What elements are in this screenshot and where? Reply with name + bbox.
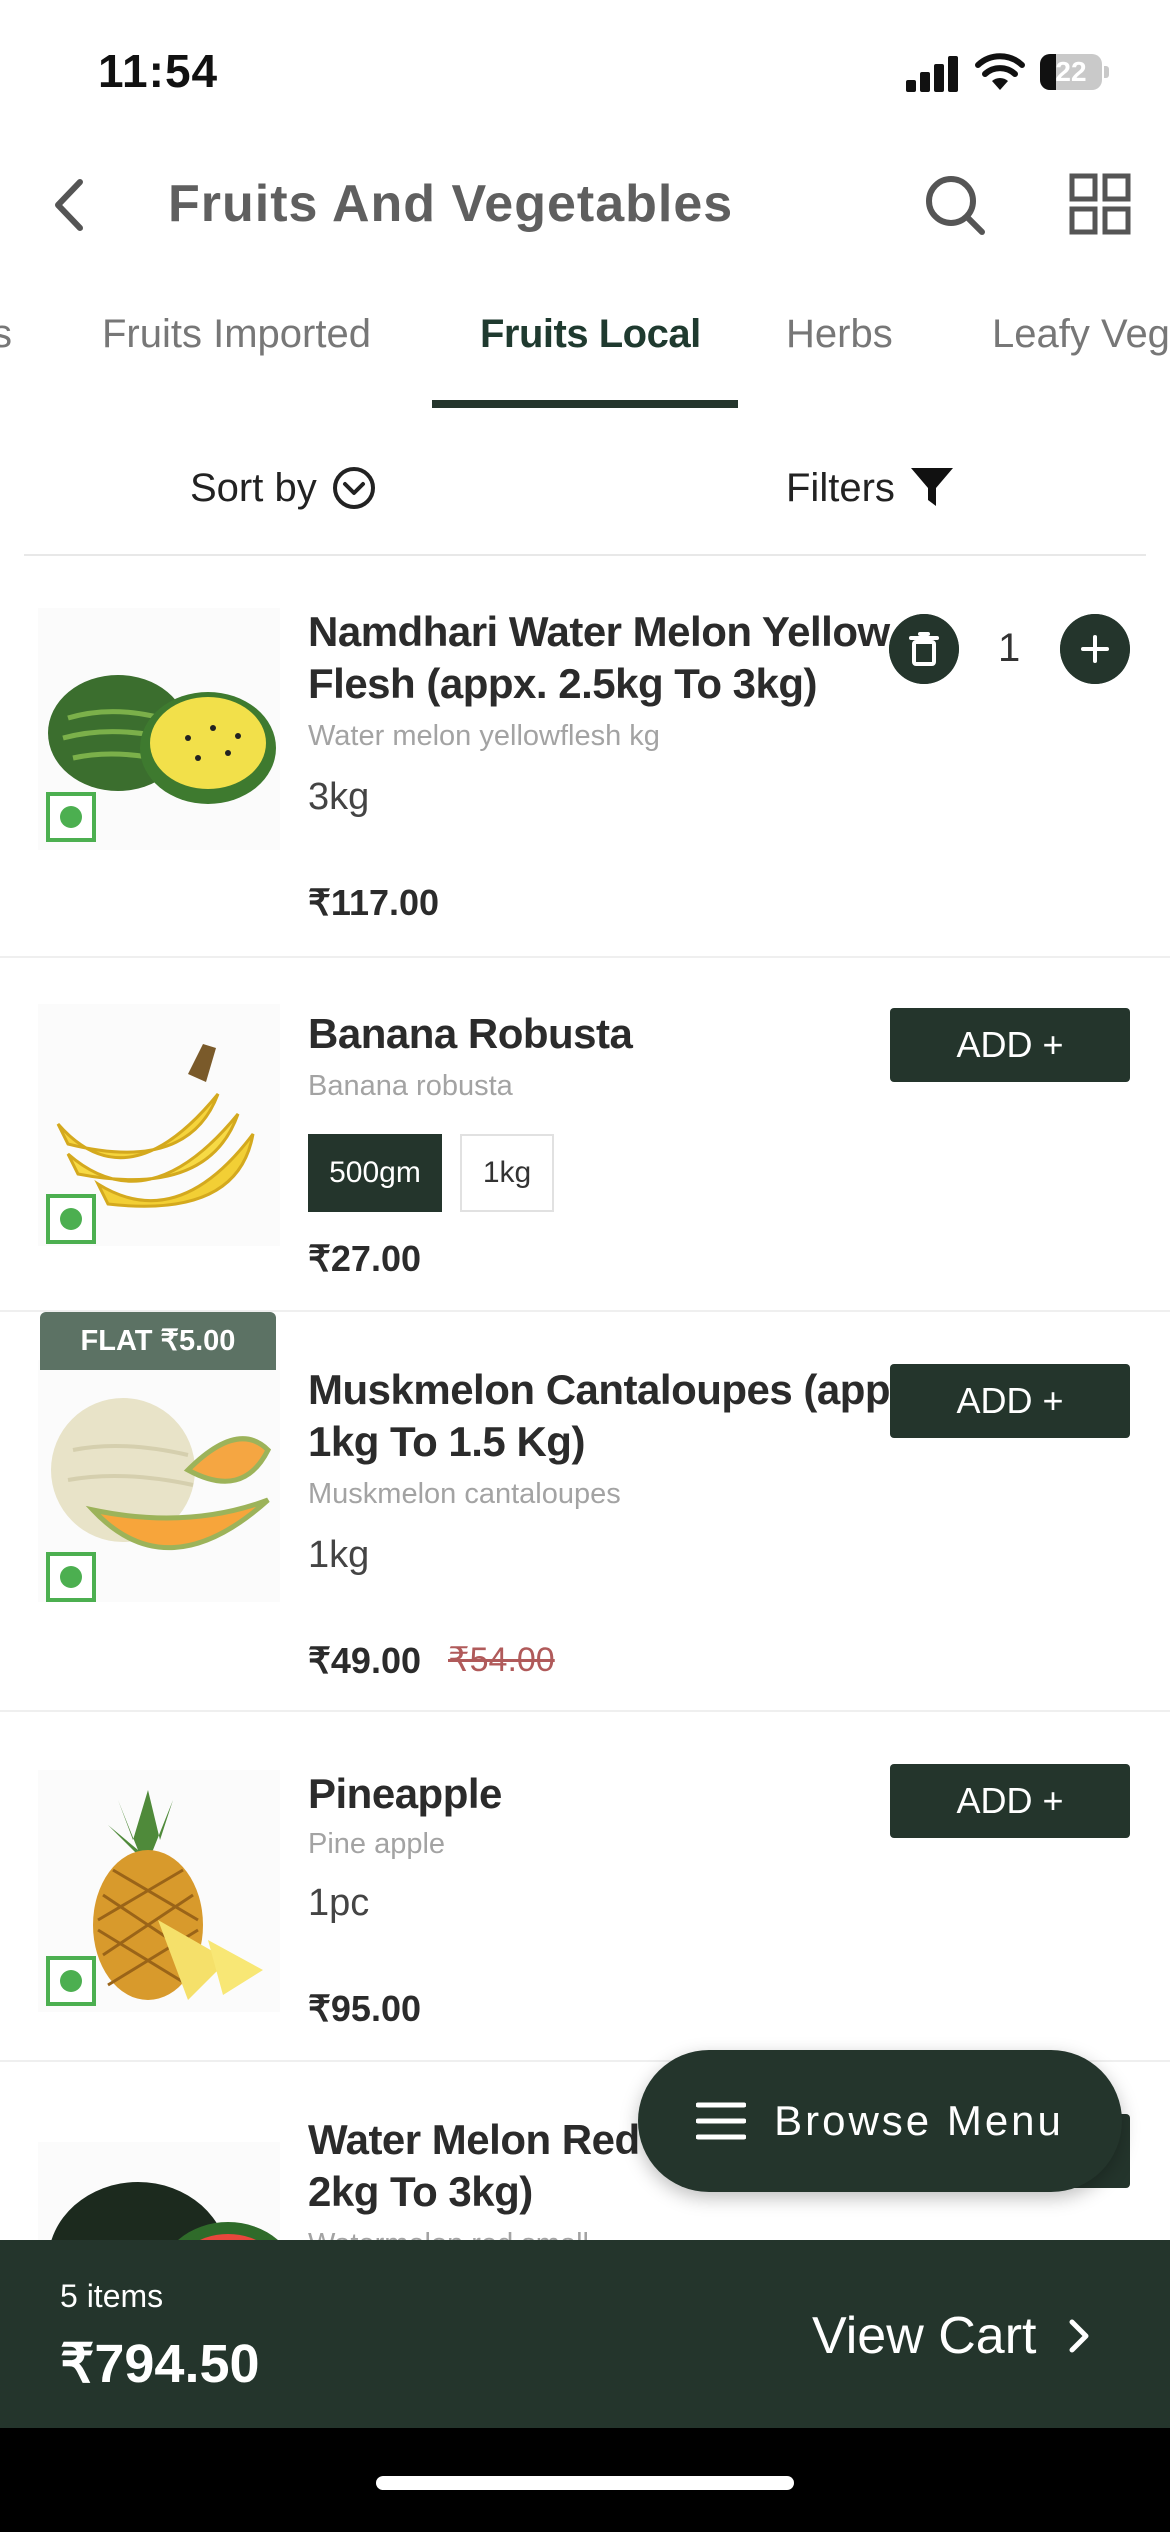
add-button[interactable]: ADD + [890,1764,1130,1838]
filters-label: Filters [786,465,895,510]
hamburger-icon [696,2102,747,2140]
chevron-right-icon [1069,2319,1089,2353]
tab-herbs[interactable]: Herbs [786,312,893,357]
variant-500gm[interactable]: 500gm [308,1134,442,1212]
product-name-line2: 1kg To 1.5 Kg) [308,1418,585,1465]
product-size: 1pc [308,1882,370,1924]
browse-menu-label: Browse Menu [774,2097,1064,2144]
filters-button[interactable]: Filters [786,458,955,518]
product-mrp-strikethrough: ₹54.00 [448,1641,555,1679]
sort-button[interactable]: Sort by [190,458,377,518]
cart-bar[interactable]: 5 items ₹794.50 View Cart [0,2240,1170,2428]
status-time: 11:54 [98,45,219,97]
product-name: Water Melon Red S [308,2116,679,2163]
wifi-icon [975,53,1025,90]
product-image-red-watermelon [38,2142,280,2240]
status-bar: 11:54 22 [0,0,1170,140]
plus-icon[interactable] [1060,614,1130,684]
sort-filter-bar: Sort by Filters [0,440,1170,550]
product-name-line2: Flesh (appx. 2.5kg To 3kg) [308,660,818,707]
home-indicator-area [0,2428,1170,2532]
product-subtitle: Muskmelon cantaloupes [308,1478,621,1510]
discount-badge: FLAT ₹5.00 [40,1312,276,1370]
product-name: Muskmelon Cantaloupes (appx. [308,1366,925,1413]
grid-icon[interactable] [1068,172,1132,236]
tab-previous-partial[interactable]: s [0,312,12,357]
quantity-value: 1 [998,626,1021,670]
add-button[interactable]: ADD + [890,1008,1130,1082]
product-card[interactable]: Pineapple Pine apple 1pc ₹95.00 ADD + [0,1712,1170,2062]
variant-1kg[interactable]: 1kg [460,1134,554,1212]
product-subtitle: Watermelon red small [308,2228,589,2240]
product-price: ₹49.00 [308,1640,421,1681]
product-price: ₹27.00 [308,1238,421,1279]
battery-level: 22 [1055,56,1087,87]
veg-indicator-icon [46,1552,96,1602]
battery-icon: 22 [1040,54,1110,90]
product-price: ₹95.00 [308,1988,421,2029]
chevron-down-circle-icon [332,467,375,509]
cart-total: ₹794.50 [60,2334,260,2394]
product-price: ₹117.00 [308,882,440,923]
product-size: 1kg [308,1534,370,1576]
product-name: Banana Robusta [308,1010,633,1057]
home-indicator[interactable] [376,2476,794,2490]
product-name: Namdhari Water Melon Yellow [308,608,890,655]
product-subtitle: Banana robusta [308,1070,513,1102]
cellular-signal-icon [906,56,960,92]
view-cart-button[interactable]: View Cart [812,2306,1098,2366]
product-card[interactable]: Banana Robusta Banana robusta 500gm 1kg … [0,958,1170,1312]
sort-label: Sort by [190,465,317,510]
product-card[interactable]: Namdhari Water Melon Yellow Flesh (appx.… [0,580,1170,958]
browse-menu-button[interactable]: Browse Menu [638,2050,1122,2192]
veg-indicator-icon [46,792,96,842]
product-card[interactable]: FLAT ₹5.00 Muskmelon Cantaloupes (appx. … [0,1312,1170,1712]
filter-funnel-icon [910,468,953,506]
tab-fruits-imported[interactable]: Fruits Imported [102,312,371,357]
delete-icon[interactable] [889,614,959,684]
app-header: Fruits And Vegetables [0,150,1170,260]
view-cart-label: View Cart [812,2307,1037,2365]
add-button[interactable]: ADD + [890,1364,1130,1438]
tab-fruits-local[interactable]: Fruits Local [480,312,701,357]
cart-item-count: 5 items [60,2278,164,2314]
product-subtitle: Water melon yellowflesh kg [308,720,660,752]
chevron-left-icon[interactable] [40,172,100,238]
divider [24,554,1146,556]
product-size: 3kg [308,776,370,818]
product-subtitle: Pine apple [308,1828,446,1860]
search-icon[interactable] [920,170,990,240]
product-name: Pineapple [308,1770,502,1817]
active-tab-indicator [432,400,738,408]
category-tabs: s Fruits Imported Fruits Local Herbs Lea… [0,300,1170,412]
page-title: Fruits And Vegetables [168,175,734,233]
veg-indicator-icon [46,1194,96,1244]
veg-indicator-icon [46,1956,96,2006]
tab-leafy-vegetables[interactable]: Leafy Vege [992,312,1170,357]
product-name-line2: 2kg To 3kg) [308,2168,533,2215]
